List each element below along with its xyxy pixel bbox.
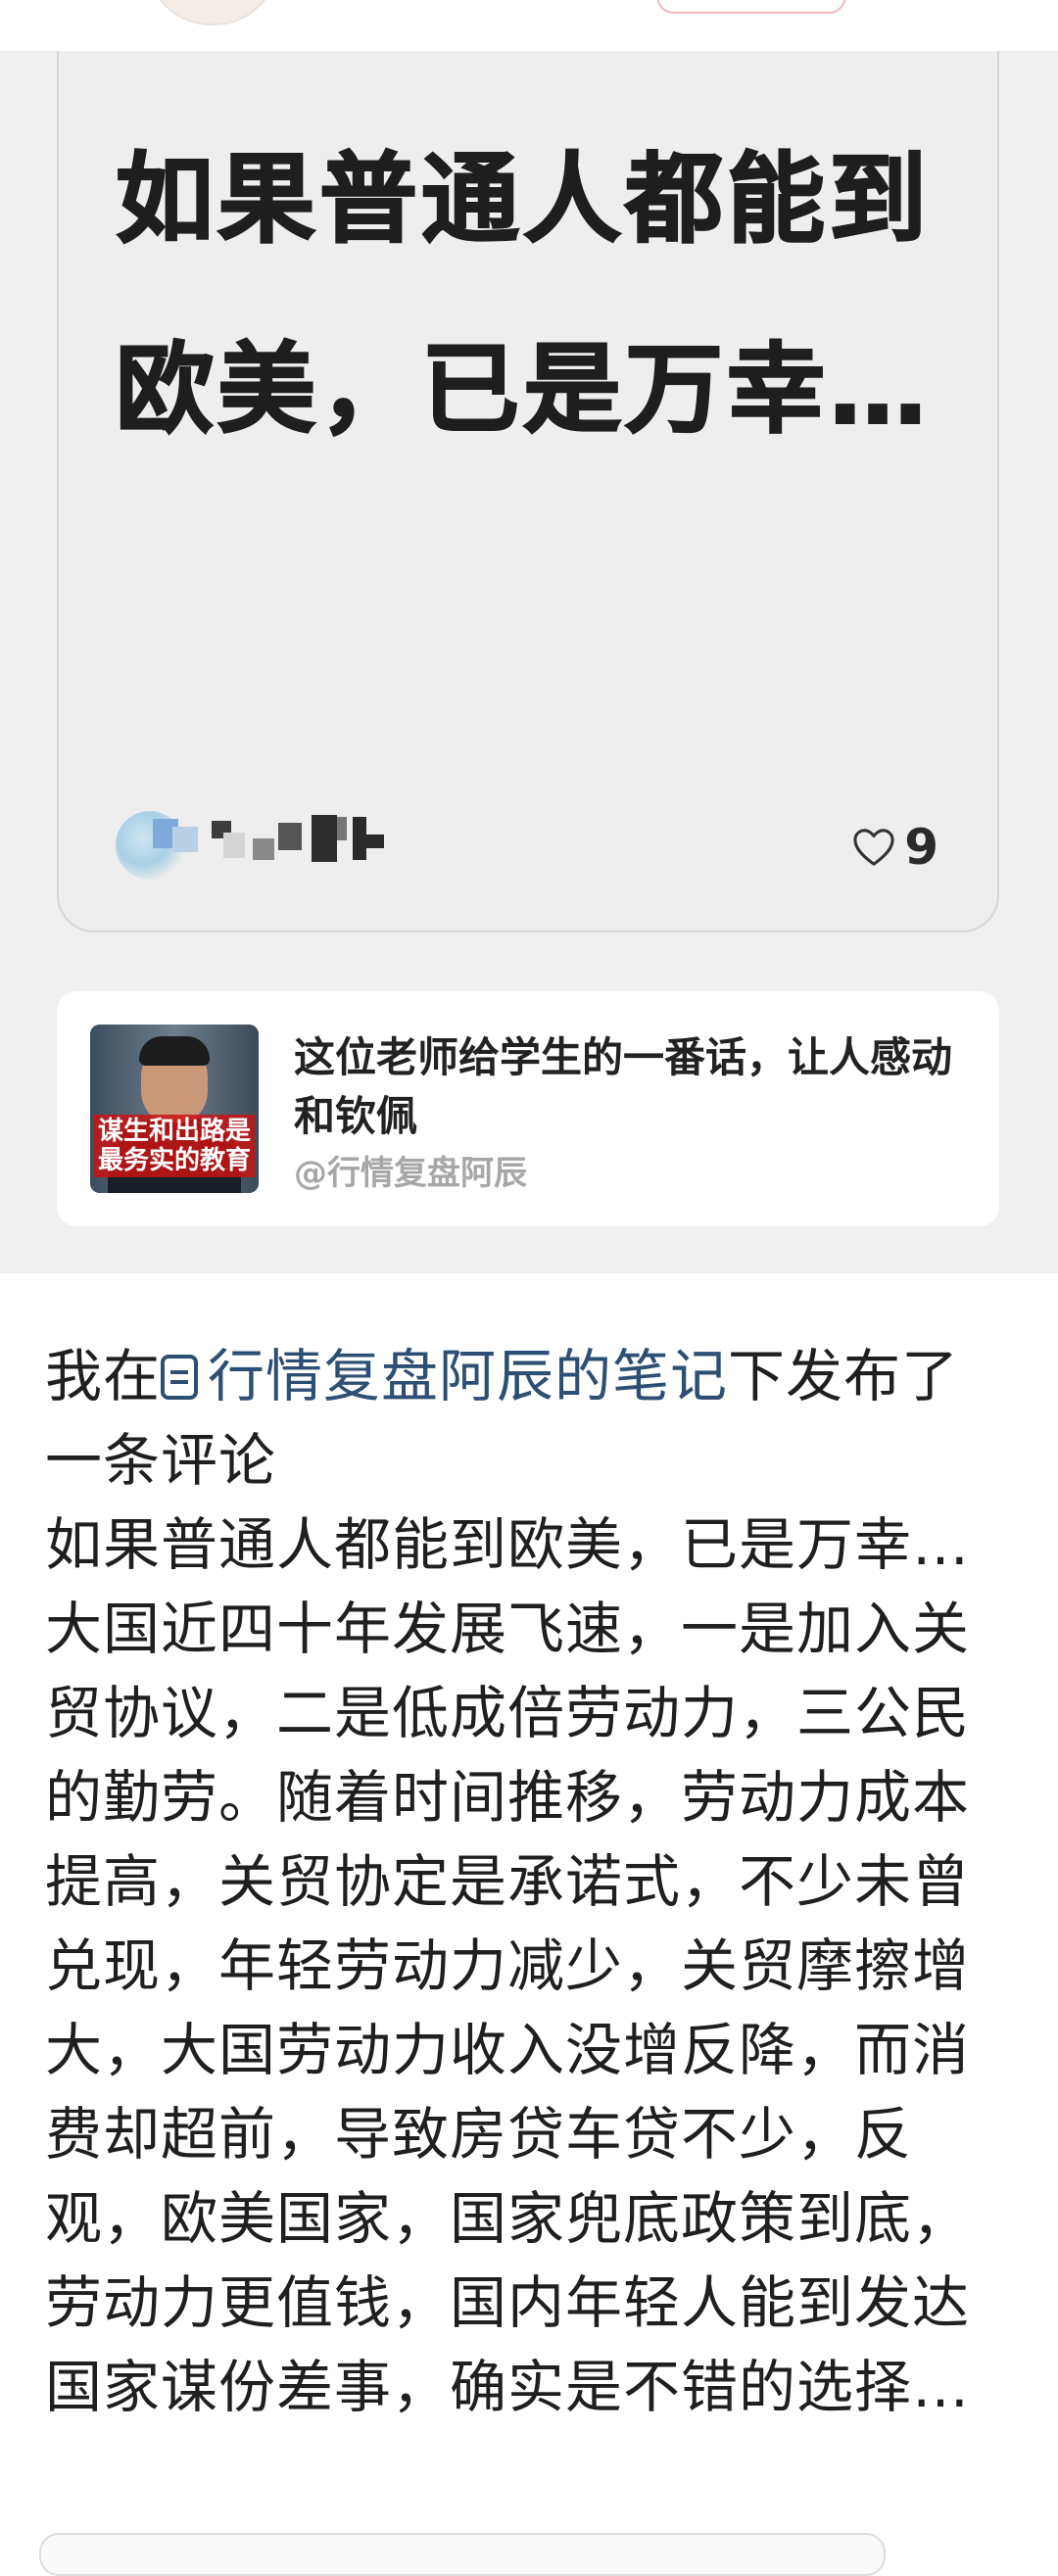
pixelated-name-block: [253, 838, 274, 860]
comment-body: 如果普通人都能到欧美，已是万幸…大国近四十年发展飞速，一是加入关贸协议，二是低成…: [45, 1511, 971, 2420]
note-title: 如果普通人都能到欧美，已是万幸…: [115, 141, 931, 448]
pixelated-name-block: [278, 823, 302, 850]
pixelated-name-block: [312, 815, 337, 862]
referenced-note-title: 这位老师给学生的一番话，让人感动和钦佩: [294, 1033, 953, 1140]
comment-text-block: 我在 行情复盘阿辰的笔记下发布了一条评论 如果普通人都能到欧美，已是万幸…大国近四…: [45, 1334, 1015, 2429]
next-card-edge: [39, 2533, 886, 2576]
note-icon: [161, 1355, 199, 1400]
referenced-note-author: @行情复盘阿辰: [294, 1154, 527, 1193]
shared-content-area: 如果普通人都能到欧美，已是万幸… 9 谋生和出路是最务实的教育 这位老师给学生的…: [0, 51, 1058, 1273]
thumbnail-person-hair: [139, 1036, 210, 1066]
like-count: 9: [904, 819, 938, 876]
heart-outline-icon: [853, 829, 894, 866]
like-button[interactable]: 9: [851, 813, 938, 882]
note-card[interactable]: 如果普通人都能到欧美，已是万幸… 9: [57, 51, 999, 932]
pixelated-name-block: [353, 817, 366, 860]
pixelated-name-block: [223, 833, 245, 858]
thumbnail-caption: 谋生和出路是最务实的教育: [94, 1115, 255, 1177]
follow-button[interactable]: [656, 0, 846, 14]
referenced-note-card[interactable]: 谋生和出路是最务实的教育 这位老师给学生的一番话，让人感动和钦佩 @行情复盘阿辰: [57, 991, 999, 1226]
pixelated-name-block: [366, 835, 384, 848]
note-link-text: 行情复盘阿辰的笔记: [208, 1343, 729, 1409]
avatar[interactable]: [147, 0, 278, 25]
top-bar-partial: [0, 0, 1058, 51]
comment-prefix: 我在: [45, 1343, 162, 1409]
pixelated-name-block: [172, 827, 198, 852]
note-thumbnail: 谋生和出路是最务实的教育: [90, 1025, 259, 1193]
pixelated-name-block: [337, 817, 347, 840]
note-link[interactable]: 行情复盘阿辰的笔记: [161, 1343, 728, 1409]
author-info-blurred[interactable]: [116, 805, 468, 883]
